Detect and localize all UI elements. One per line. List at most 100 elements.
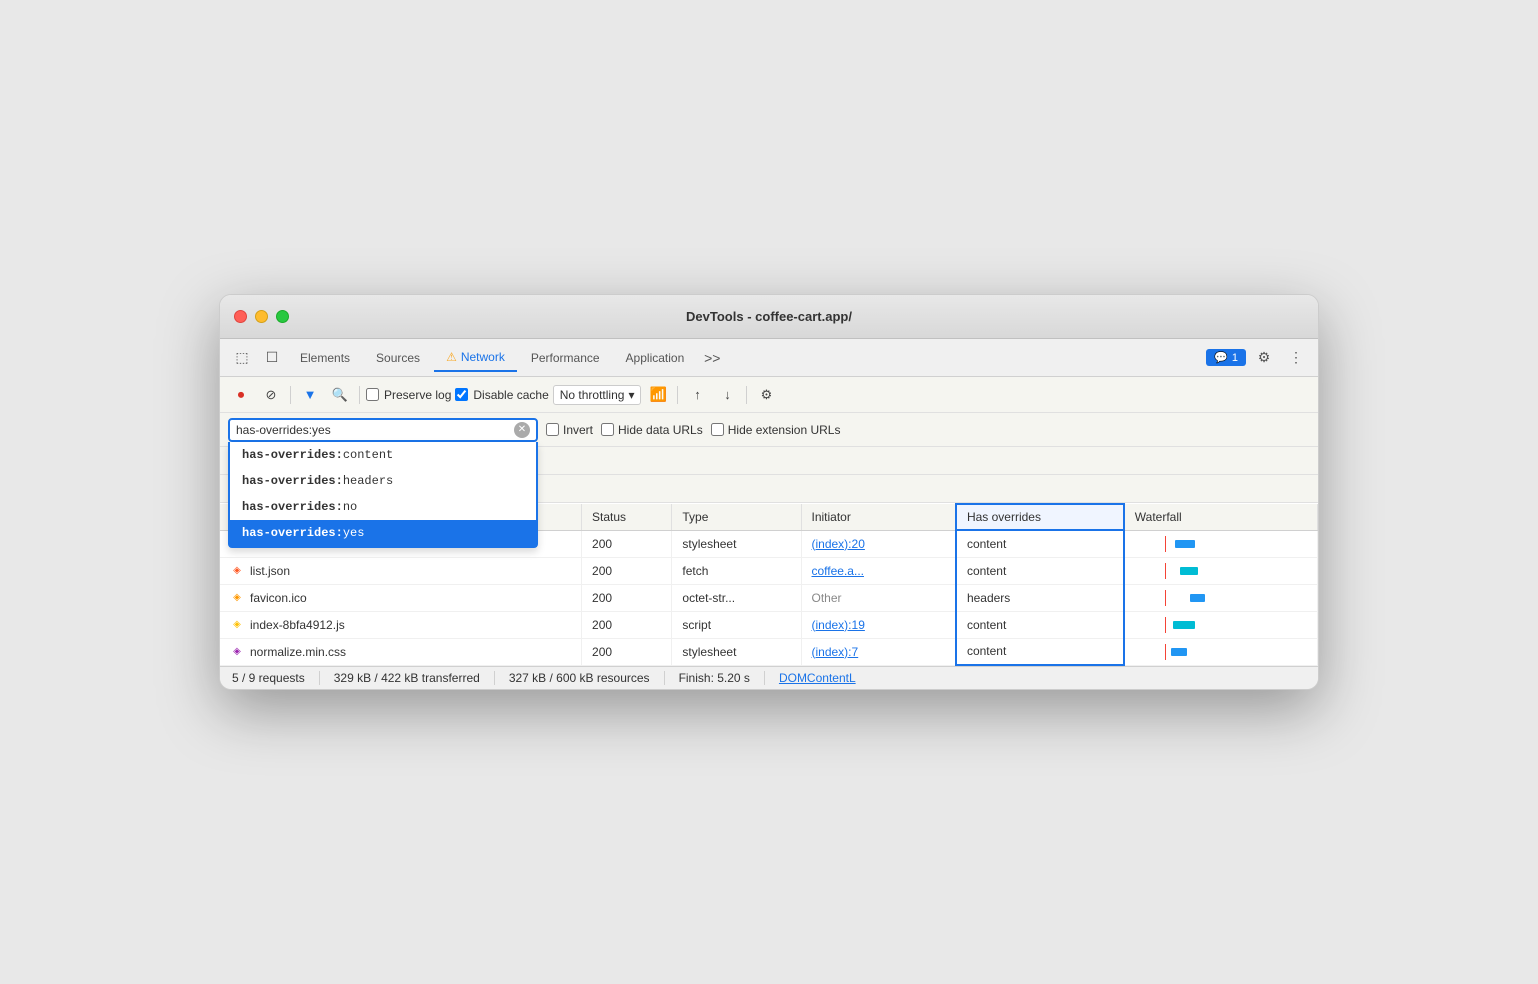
initiator-link[interactable]: coffee.a... xyxy=(812,564,864,578)
search-input-container: ✕ xyxy=(228,418,538,442)
cell-initiator: Other xyxy=(801,584,956,611)
cell-initiator[interactable]: (index):7 xyxy=(801,638,956,665)
search-btn[interactable]: 🔍 xyxy=(327,382,353,408)
clear-btn[interactable]: ⊘ xyxy=(258,382,284,408)
col-initiator[interactable]: Initiator xyxy=(801,504,956,530)
stop-recording-btn[interactable]: ⏺ xyxy=(228,382,254,408)
initiator-link[interactable]: (index):7 xyxy=(812,645,859,659)
tab-sources[interactable]: Sources xyxy=(364,344,432,372)
table-row[interactable]: ◈ favicon.ico 200octet-str...Otherheader… xyxy=(220,584,1318,611)
close-button[interactable] xyxy=(234,310,247,323)
waterfall-container xyxy=(1135,590,1255,606)
tab-network[interactable]: ⚠ Network xyxy=(434,344,517,372)
waterfall-bar xyxy=(1173,621,1195,629)
cell-status: 200 xyxy=(582,584,672,611)
dropdown-key-2: has-overrides: xyxy=(242,474,343,488)
network-conditions-btn[interactable]: 📶 xyxy=(645,382,671,408)
preserve-log-label[interactable]: Preserve log xyxy=(366,388,451,402)
console-icon: 💬 xyxy=(1214,351,1228,364)
cell-initiator[interactable]: (index):20 xyxy=(801,530,956,557)
preserve-log-checkbox[interactable] xyxy=(366,388,379,401)
disable-cache-checkbox[interactable] xyxy=(455,388,468,401)
devtools-window: DevTools - coffee-cart.app/ ⬚ ☐ Elements… xyxy=(219,294,1319,690)
dropdown-item-no[interactable]: has-overrides:no xyxy=(230,494,536,520)
dropdown-key-4: has-overrides: xyxy=(242,526,343,540)
status-bar: 5 / 9 requests 329 kB / 422 kB transferr… xyxy=(220,666,1318,689)
dropdown-item-content[interactable]: has-overrides:content xyxy=(230,442,536,468)
more-tabs-btn[interactable]: >> xyxy=(698,344,726,372)
invert-check-label[interactable]: Invert xyxy=(546,423,593,437)
console-badge[interactable]: 💬 1 xyxy=(1206,349,1246,366)
dropdown-value-1: content xyxy=(343,448,393,462)
filter-btn[interactable]: ▼ xyxy=(297,382,323,408)
waterfall-container xyxy=(1135,644,1255,660)
cell-status: 200 xyxy=(582,530,672,557)
file-name-text: favicon.ico xyxy=(250,591,307,605)
more-options-btn[interactable]: ⋮ xyxy=(1282,344,1310,372)
export-har-btn[interactable]: ↓ xyxy=(714,382,740,408)
cell-name: ◈ favicon.ico xyxy=(220,584,582,611)
tab-elements-label: Elements xyxy=(300,351,350,365)
initiator-link[interactable]: (index):19 xyxy=(812,618,865,632)
device-icon-btn[interactable]: ☐ xyxy=(258,344,286,372)
settings-icon-btn[interactable]: ⚙ xyxy=(1250,344,1278,372)
maximize-button[interactable] xyxy=(276,310,289,323)
invert-checkbox[interactable] xyxy=(546,423,559,436)
cell-initiator[interactable]: (index):19 xyxy=(801,611,956,638)
cell-has-overrides: content xyxy=(956,638,1124,665)
hide-extension-urls-checkbox[interactable] xyxy=(711,423,724,436)
waterfall-container xyxy=(1135,536,1255,552)
cell-type: octet-str... xyxy=(672,584,801,611)
disable-cache-text: Disable cache xyxy=(473,388,548,402)
title-bar: DevTools - coffee-cart.app/ xyxy=(220,295,1318,339)
divider-4 xyxy=(746,386,747,404)
divider-1 xyxy=(290,386,291,404)
network-settings-btn[interactable]: ⚙ xyxy=(753,382,779,408)
waterfall-bar xyxy=(1190,594,1205,602)
tab-application[interactable]: Application xyxy=(614,344,697,372)
warning-icon: ⚠ xyxy=(446,350,457,364)
inspector-icon-btn[interactable]: ⬚ xyxy=(228,344,256,372)
dropdown-item-headers[interactable]: has-overrides:headers xyxy=(230,468,536,494)
search-clear-btn[interactable]: ✕ xyxy=(514,422,530,438)
requests-count: 5 / 9 requests xyxy=(232,671,320,685)
cell-has-overrides: content xyxy=(956,611,1124,638)
hide-data-urls-checkbox[interactable] xyxy=(601,423,614,436)
hide-extension-urls-label[interactable]: Hide extension URLs xyxy=(711,423,841,437)
cell-waterfall xyxy=(1124,638,1318,665)
waterfall-bar xyxy=(1171,648,1187,656)
import-har-btn[interactable]: ↑ xyxy=(684,382,710,408)
table-row[interactable]: ◈ index-8bfa4912.js 200script(index):19c… xyxy=(220,611,1318,638)
col-has-overrides[interactable]: Has overrides xyxy=(956,504,1124,530)
tab-performance[interactable]: Performance xyxy=(519,344,612,372)
minimize-button[interactable] xyxy=(255,310,268,323)
table-row[interactable]: ◈ list.json 200fetchcoffee.a...content xyxy=(220,557,1318,584)
dropdown-value-3: no xyxy=(343,500,357,514)
transferred-size: 329 kB / 422 kB transferred xyxy=(320,671,495,685)
dom-content-link[interactable]: DOMContentL xyxy=(765,671,856,685)
search-box-wrapper: ✕ has-overrides:content has-overrides:he… xyxy=(228,418,538,442)
file-icon: ◈ xyxy=(230,591,244,605)
cell-name: ◈ index-8bfa4912.js xyxy=(220,611,582,638)
initiator-link[interactable]: (index):20 xyxy=(812,537,865,551)
dropdown-item-yes[interactable]: has-overrides:yes xyxy=(230,520,536,546)
badge-count: 1 xyxy=(1232,352,1238,364)
tab-elements[interactable]: Elements xyxy=(288,344,362,372)
file-icon: ◈ xyxy=(230,645,244,659)
col-waterfall[interactable]: Waterfall xyxy=(1124,504,1318,530)
resources-size: 327 kB / 600 kB resources xyxy=(495,671,665,685)
col-type[interactable]: Type xyxy=(672,504,801,530)
tab-sources-label: Sources xyxy=(376,351,420,365)
col-status[interactable]: Status xyxy=(582,504,672,530)
cell-status: 200 xyxy=(582,638,672,665)
throttle-select[interactable]: No throttling ▾ xyxy=(553,385,642,405)
table-row[interactable]: ◈ normalize.min.css 200stylesheet(index)… xyxy=(220,638,1318,665)
cell-name: ◈ list.json xyxy=(220,557,582,584)
disable-cache-label[interactable]: Disable cache xyxy=(455,388,548,402)
hide-data-urls-label[interactable]: Hide data URLs xyxy=(601,423,703,437)
file-icon: ◈ xyxy=(230,618,244,632)
cell-initiator[interactable]: coffee.a... xyxy=(801,557,956,584)
file-name-text: index-8bfa4912.js xyxy=(250,618,345,632)
window-title: DevTools - coffee-cart.app/ xyxy=(686,309,852,324)
filter-input[interactable] xyxy=(236,423,514,437)
